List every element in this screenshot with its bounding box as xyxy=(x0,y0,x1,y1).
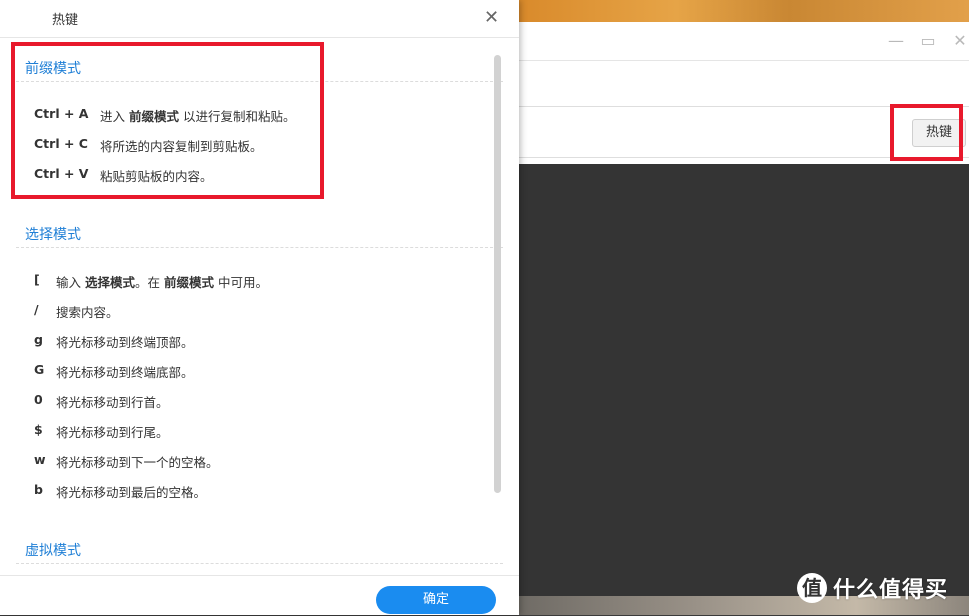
hotkey-description: 搜索内容。 xyxy=(56,305,119,320)
hotkey-description: 将光标移动到行首。 xyxy=(56,395,169,410)
dialog-title: 热键 xyxy=(52,13,79,28)
terminal-area[interactable] xyxy=(519,164,969,596)
hotkey-description: 输入 选择模式。在 前缀模式 中可用。 xyxy=(56,275,268,290)
section-title-virtual-mode: 虚拟模式 xyxy=(25,543,81,559)
hotkey-key: Ctrl + V xyxy=(34,166,89,181)
hotkey-row: Ctrl + V 粘贴剪贴板的内容。 xyxy=(34,166,213,185)
watermark-text: 什么值得买 xyxy=(833,578,949,603)
hotkey-key: / xyxy=(34,302,39,317)
hotkey-key: G xyxy=(34,362,45,377)
section-divider xyxy=(16,563,503,564)
hotkey-key: $ xyxy=(34,422,43,437)
hotkey-row: w 将光标移动到下一个的空格。 xyxy=(34,452,219,471)
hotkey-description: 将光标移动到最后的空格。 xyxy=(56,485,207,500)
window-controls: — ▭ ✕ xyxy=(887,32,969,50)
dialog-body[interactable]: 前缀模式 Ctrl + A 进入 前缀模式 以进行复制和粘贴。 Ctrl + C… xyxy=(0,38,519,575)
section-divider xyxy=(16,247,503,248)
watermark-logo-icon: 值 xyxy=(797,573,827,603)
section-divider xyxy=(16,81,503,82)
section-title-prefix-mode: 前缀模式 xyxy=(25,61,81,77)
minimize-icon[interactable]: — xyxy=(887,32,905,50)
desktop-wallpaper-top xyxy=(519,0,969,22)
dialog-close-icon[interactable]: ✕ xyxy=(484,7,499,28)
scrollbar-thumb[interactable] xyxy=(494,55,501,493)
dialog-header: 热键 ✕ xyxy=(0,0,519,38)
hotkey-row: G 将光标移动到终端底部。 xyxy=(34,362,194,381)
hotkey-row: 0 将光标移动到行首。 xyxy=(34,392,169,411)
hotkey-row: Ctrl + A 进入 前缀模式 以进行复制和粘贴。 xyxy=(34,106,295,125)
dialog-scrollbar[interactable] xyxy=(494,55,501,493)
hotkey-key: Ctrl + A xyxy=(34,106,89,121)
hotkey-row: / 搜索内容。 xyxy=(34,302,119,321)
close-icon[interactable]: ✕ xyxy=(951,32,969,50)
hotkey-description: 进入 前缀模式 以进行复制和粘贴。 xyxy=(100,109,296,124)
hotkey-row: b 将光标移动到最后的空格。 xyxy=(34,482,206,501)
hotkey-description: 粘贴剪贴板的内容。 xyxy=(100,169,213,184)
section-title-select-mode: 选择模式 xyxy=(25,227,81,243)
hotkey-row: $ 将光标移动到行尾。 xyxy=(34,422,169,441)
hotkey-key: 0 xyxy=(34,392,43,407)
hotkey-key: g xyxy=(34,332,43,347)
hotkey-key: w xyxy=(34,452,46,467)
hotkey-key: Ctrl + C xyxy=(34,136,88,151)
hotkey-button[interactable]: 热键 xyxy=(912,119,966,147)
hotkey-row: Ctrl + C 将所选的内容复制到剪贴板。 xyxy=(34,136,263,155)
hotkey-key: [ xyxy=(34,272,40,287)
hotkey-description: 将所选的内容复制到剪贴板。 xyxy=(100,139,263,154)
hotkey-row: [ 输入 选择模式。在 前缀模式 中可用。 xyxy=(34,272,268,291)
terminal-window: — ▭ ✕ 热键 xyxy=(519,22,969,596)
window-titlebar: — ▭ ✕ xyxy=(519,22,969,61)
hotkey-description: 将光标移动到终端顶部。 xyxy=(56,335,194,350)
hotkey-description: 将光标移动到下一个的空格。 xyxy=(56,455,219,470)
hotkey-key: b xyxy=(34,482,43,497)
hotkey-description: 将光标移动到终端底部。 xyxy=(56,365,194,380)
hotkey-dialog: 热键 ✕ 前缀模式 Ctrl + A 进入 前缀模式 以进行复制和粘贴。 Ctr… xyxy=(0,0,519,615)
hotkey-row: g 将光标移动到终端顶部。 xyxy=(34,332,194,351)
terminal-toolbar: 热键 xyxy=(519,106,969,158)
maximize-icon[interactable]: ▭ xyxy=(919,32,937,50)
hotkey-description: 将光标移动到行尾。 xyxy=(56,425,169,440)
dialog-footer: 确定 xyxy=(0,575,519,616)
watermark: 值 什么值得买 xyxy=(797,572,948,604)
ok-button[interactable]: 确定 xyxy=(376,586,496,614)
